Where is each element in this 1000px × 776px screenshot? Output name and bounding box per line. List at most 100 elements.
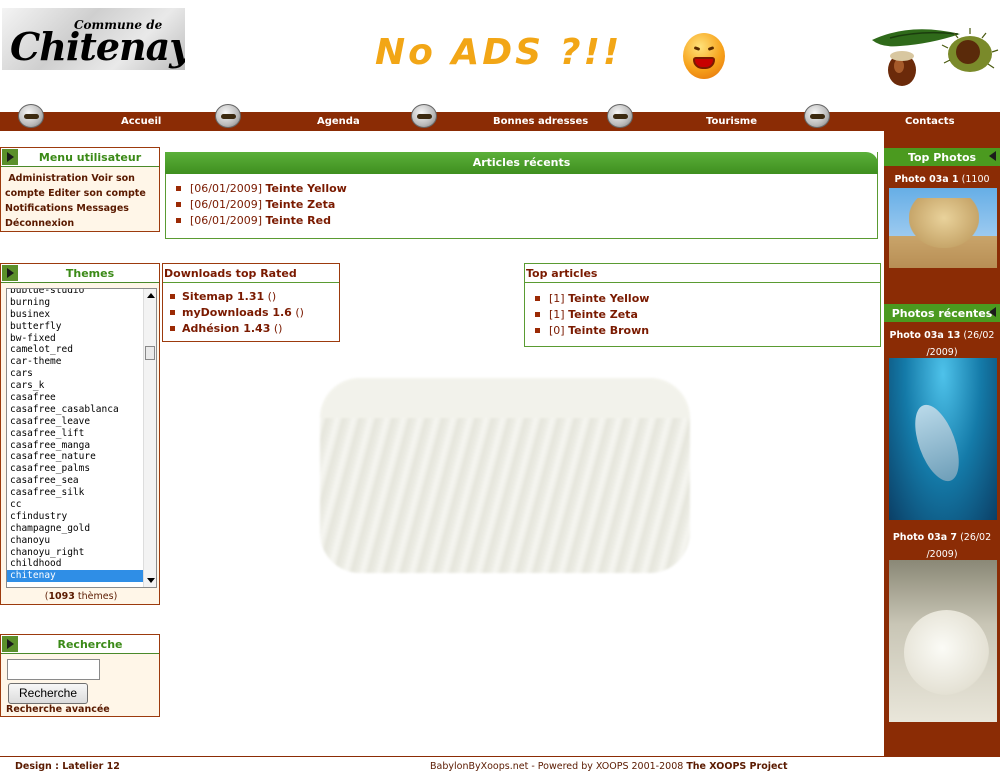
theme-option[interactable]: car-theme: [7, 356, 145, 368]
bullet-icon: [535, 295, 540, 301]
theme-option[interactable]: businex: [7, 309, 145, 321]
camel-photo[interactable]: [889, 188, 997, 268]
block-header: Recherche: [1, 635, 159, 654]
advanced-search-link[interactable]: Recherche avancée: [6, 704, 110, 715]
site-footer: Design : Latelier 12 BabylonByXoops.net …: [0, 756, 1000, 776]
list-item[interactable]: [06/01/2009] Teinte Red: [176, 213, 347, 229]
themes-block: Themes bublue-studio burning businex butter…: [0, 263, 160, 605]
site-logo[interactable]: Commune de Chitenay: [2, 8, 185, 70]
block-title: Articles récents: [472, 156, 571, 169]
nav-item-tourisme[interactable]: Tourisme: [607, 104, 767, 131]
link-notifications[interactable]: Notifications: [5, 203, 73, 214]
search-button[interactable]: Recherche: [8, 683, 88, 704]
scroll-down-arrow-icon[interactable]: [147, 578, 155, 583]
theme-option[interactable]: champagne_gold: [7, 523, 145, 535]
theme-option[interactable]: cars: [7, 368, 145, 380]
scroll-up-arrow-icon[interactable]: [147, 293, 155, 298]
theme-option[interactable]: cfindustry: [7, 511, 145, 523]
collapse-arrow-icon[interactable]: [2, 149, 18, 165]
theme-option[interactable]: cc: [7, 499, 145, 511]
list-item[interactable]: [06/01/2009] Teinte Yellow: [176, 181, 347, 197]
footer-powered-by: BabylonByXoops.net - Powered by XOOPS 20…: [430, 761, 788, 772]
block-title: Recherche: [57, 638, 123, 651]
list-item[interactable]: [1] Teinte Yellow: [535, 291, 649, 307]
theme-option[interactable]: childhood: [7, 558, 145, 570]
collapse-arrow-icon[interactable]: [989, 307, 996, 317]
user-menu-block: Menu utilisateur Administration Voir son…: [0, 147, 160, 232]
theme-option[interactable]: casafree_leave: [7, 416, 145, 428]
dolphin-photo[interactable]: [889, 358, 997, 520]
link-deconnexion[interactable]: Déconnexion: [5, 218, 74, 229]
no-ads-banner: No ADS ?!!: [375, 32, 623, 73]
collapse-arrow-icon[interactable]: [989, 151, 996, 161]
block-header: Menu utilisateur: [1, 148, 159, 167]
xoops-project-link[interactable]: The XOOPS Project: [686, 761, 787, 772]
photo-caption[interactable]: Photo 03a 7 (26/02/2009): [884, 529, 1000, 563]
bullet-icon: [170, 293, 175, 299]
theme-option[interactable]: casafree_lift: [7, 428, 145, 440]
nav-label: Bonnes adresses: [493, 116, 589, 127]
nav-label: Agenda: [317, 116, 360, 127]
design-credit-link[interactable]: Latelier 12: [62, 761, 120, 772]
nav-label: Contacts: [905, 116, 955, 127]
nav-label: Accueil: [121, 116, 162, 127]
theme-option[interactable]: chanoyu_right: [7, 547, 145, 559]
chestnut-icon: [872, 28, 999, 86]
chestnut-nav-icon: [804, 104, 830, 128]
block-title: Downloads top Rated: [164, 267, 297, 280]
home-icon: [18, 104, 44, 128]
theme-select[interactable]: bublue-studio burning businex butterfly bw-f…: [6, 288, 157, 588]
list-item[interactable]: [06/01/2009] Teinte Zeta: [176, 197, 347, 213]
theme-option[interactable]: cars_k: [7, 380, 145, 392]
bullet-icon: [176, 217, 181, 223]
block-header: Top articles: [525, 264, 880, 283]
theme-option[interactable]: casafree_silk: [7, 487, 145, 499]
theme-option[interactable]: casafree_manga: [7, 440, 145, 452]
footer-design-credit: Design : Latelier 12: [15, 761, 120, 772]
user-menu-links: Administration Voir son compte Editer so…: [1, 167, 159, 231]
theme-options: bublue-studio burning businex butterfly bw-f…: [7, 289, 145, 583]
list-item[interactable]: [1] Teinte Zeta: [535, 307, 649, 323]
recent-photos-header: Photos récentes: [884, 304, 1000, 322]
theme-option[interactable]: chitenay: [7, 570, 145, 583]
scroll-thumb[interactable]: [145, 346, 155, 360]
theme-option[interactable]: casafree_sea: [7, 475, 145, 487]
bullet-icon: [176, 201, 181, 207]
theme-option[interactable]: casafree_casablanca: [7, 404, 145, 416]
list-item[interactable]: Adhésion 1.43 (): [170, 321, 304, 337]
main-nav: Accueil Agenda Bonnes adresses Tourisme …: [0, 104, 1000, 131]
theme-option[interactable]: casafree_palms: [7, 463, 145, 475]
photo-caption[interactable]: Photo 03a 13 (26/02/2009): [884, 327, 1000, 361]
list-item[interactable]: [0] Teinte Brown: [535, 323, 649, 339]
block-header: Downloads top Rated: [163, 264, 339, 283]
link-editer-compte[interactable]: Editer son compte: [48, 188, 146, 199]
block-title: Photos récentes: [891, 307, 993, 320]
search-input[interactable]: [7, 659, 100, 680]
collapse-arrow-icon[interactable]: [2, 265, 18, 281]
theme-option[interactable]: camelot_red: [7, 344, 145, 356]
list-item[interactable]: Sitemap 1.31 (): [170, 289, 304, 305]
polar-bear-photo[interactable]: [889, 560, 997, 722]
theme-scrollbar[interactable]: [143, 289, 156, 587]
list-item[interactable]: myDownloads 1.6 (): [170, 305, 304, 321]
link-administration[interactable]: Administration: [8, 173, 88, 184]
theme-option[interactable]: bw-fixed: [7, 333, 145, 345]
nav-item-bonnes-adresses[interactable]: Bonnes adresses: [411, 104, 588, 131]
angry-smiley-icon: [683, 33, 725, 79]
theme-option[interactable]: burning: [7, 297, 145, 309]
theme-option[interactable]: butterfly: [7, 321, 145, 333]
collapse-arrow-icon[interactable]: [2, 636, 18, 652]
link-messages[interactable]: Messages: [76, 203, 129, 214]
theme-option[interactable]: chanoyu: [7, 535, 145, 547]
theme-option[interactable]: bublue-studio: [7, 289, 145, 297]
nav-item-accueil[interactable]: Accueil: [18, 104, 162, 131]
bullet-icon: [535, 327, 540, 333]
block-header: Articles récents: [165, 152, 878, 174]
theme-option[interactable]: casafree_nature: [7, 451, 145, 463]
nav-item-contacts[interactable]: Contacts: [804, 104, 964, 131]
bullet-icon: [535, 311, 540, 317]
theme-option[interactable]: casafree: [7, 392, 145, 404]
recent-articles-block: Articles récents [06/01/2009] Teinte Yel…: [165, 152, 878, 239]
top-photos-header: Top Photos: [884, 148, 1000, 166]
nav-item-agenda[interactable]: Agenda: [215, 104, 365, 131]
